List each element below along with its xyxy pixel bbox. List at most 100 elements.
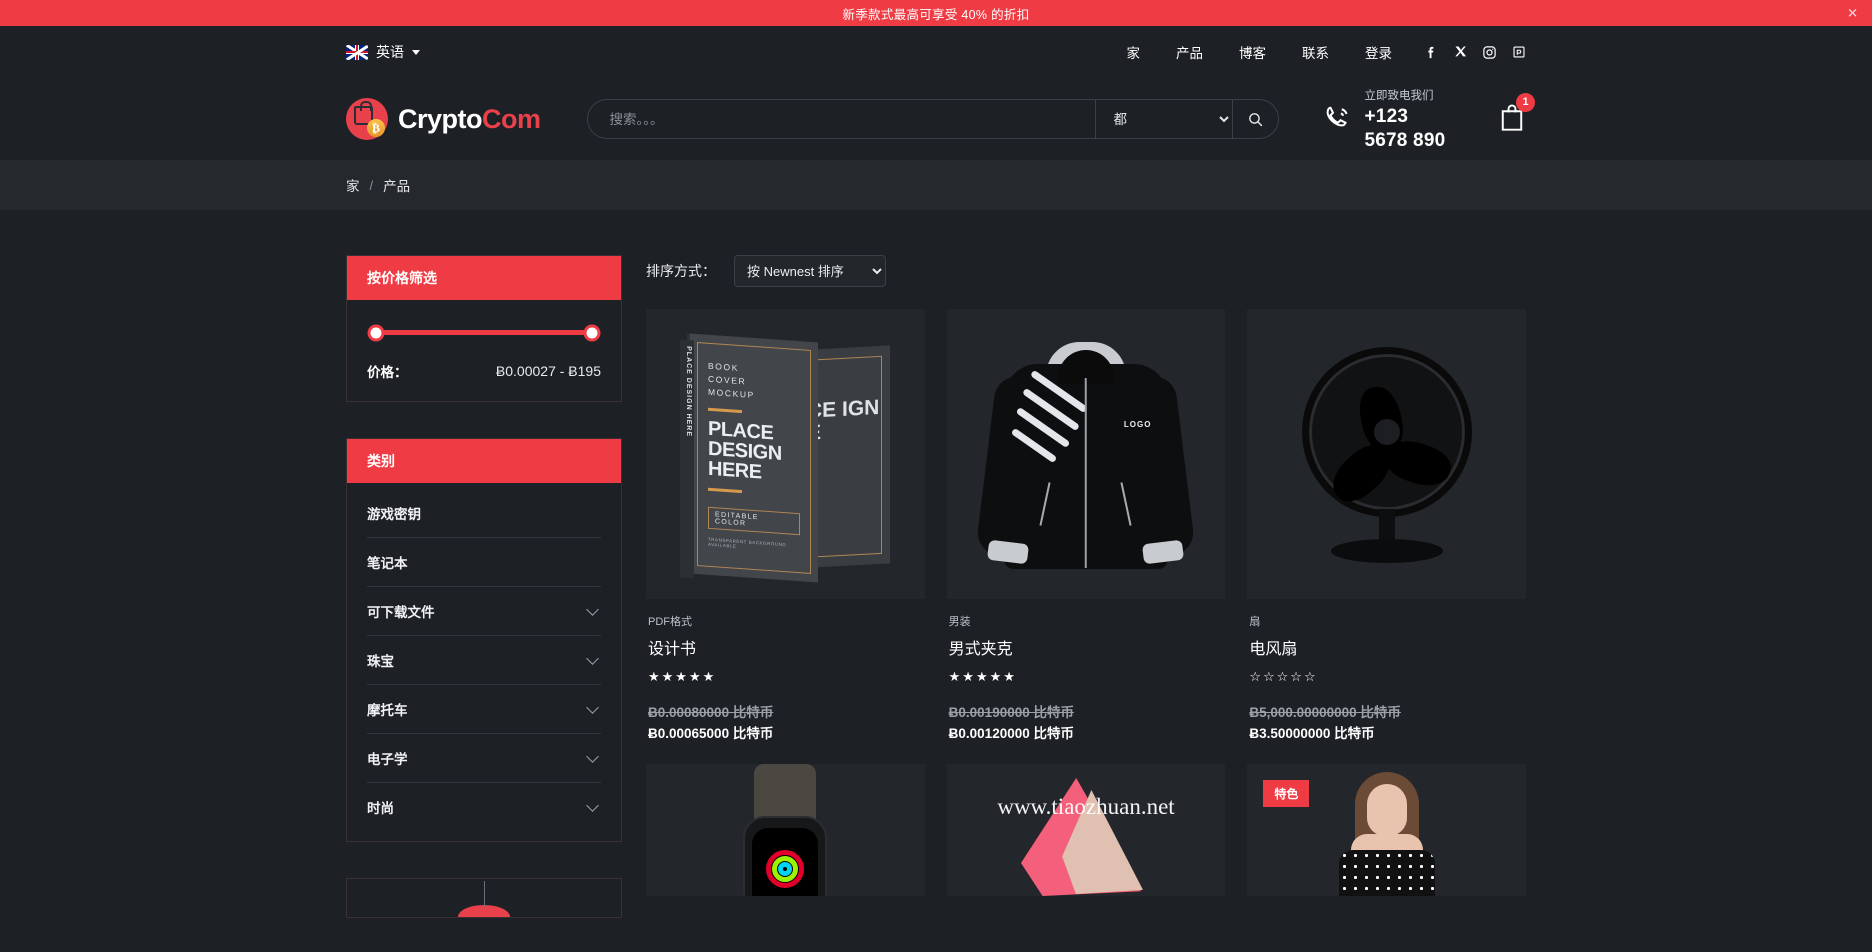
- sidebar-item-downloadable-files[interactable]: 可下载文件: [367, 587, 601, 636]
- sidebar-item-notebooks[interactable]: 笔记本: [367, 538, 601, 587]
- sidebar-widget-partial: [346, 878, 622, 918]
- sidebar-item-game-keys[interactable]: 游戏密钥: [367, 489, 601, 538]
- contact-block[interactable]: 立即致电我们 +123 5678 890: [1323, 85, 1455, 153]
- product-card[interactable]: LOGO 男装 男式夹克 ★★★★★ Ƀ0.00190000 比特币 Ƀ0.00…: [946, 309, 1226, 742]
- product-card[interactable]: [646, 764, 925, 896]
- price-slider-handle-min[interactable]: [367, 324, 385, 341]
- price-slider-handle-max[interactable]: [583, 324, 601, 341]
- product-image-electric-fan[interactable]: [1247, 309, 1526, 599]
- search-icon[interactable]: [1231, 100, 1278, 138]
- instagram-icon[interactable]: [1482, 45, 1497, 60]
- product-title[interactable]: 男式夹克: [949, 635, 1226, 659]
- chevron-down-icon[interactable]: [586, 700, 599, 714]
- sidebar-item-electronics[interactable]: 电子学: [367, 734, 601, 783]
- language-label: 英语: [376, 44, 404, 60]
- product-prices: Ƀ0.00080000 比特币 Ƀ0.00065000 比特币: [648, 701, 925, 742]
- site-header: ₿ CryptoCom 都 立即致电我们 +123 5678 890 1: [0, 78, 1872, 160]
- contact-text: 立即致电我们 +123 5678 890: [1365, 85, 1455, 153]
- categories-widget: 类别 游戏密钥 笔记本 可下载文件 珠宝 摩托车 电子学 时尚: [346, 438, 622, 842]
- book-tiny-text: TRANSPARENT BACKGROUND AVAILABLE: [708, 536, 787, 549]
- social-links: [1424, 45, 1526, 60]
- price-range-slider[interactable]: [367, 324, 601, 341]
- contact-label: 立即致电我们: [1364, 90, 1434, 103]
- product-card[interactable]: CE IGN E BOOK COVER MOCKUP PLACE DESIG: [646, 309, 925, 742]
- main-area: 按价格筛选 价格： Ƀ0.00027 - Ƀ195 类别 游戏密钥 笔记本 可下…: [0, 210, 1872, 918]
- category-label: 游戏密钥: [367, 507, 421, 522]
- x-twitter-icon[interactable]: [1453, 45, 1468, 60]
- product-image-fashion-model[interactable]: 特色: [1247, 764, 1526, 896]
- book-line2: COVER: [708, 373, 747, 387]
- product-image-smart-watch[interactable]: [646, 764, 925, 896]
- product-card[interactable]: 扇 电风扇 ☆☆☆☆☆ Ƀ5,000.00000000 比特币 Ƀ3.50000…: [1247, 309, 1526, 742]
- category-label: 可下载文件: [367, 605, 435, 620]
- sidebar-item-motorcycles[interactable]: 摩托车: [367, 685, 601, 734]
- product-price-old: Ƀ0.00190000 比特币: [948, 705, 1074, 720]
- nav-link-contact[interactable]: 联系: [1284, 42, 1347, 62]
- facebook-icon[interactable]: [1424, 45, 1439, 60]
- product-prices: Ƀ0.00190000 比特币 Ƀ0.00120000 比特币: [949, 701, 1226, 742]
- product-listing: 排序方式： 按 Newnest 排序 CE IGN E B: [646, 255, 1526, 896]
- chevron-down-icon[interactable]: [586, 749, 599, 763]
- cart-button[interactable]: 1: [1498, 92, 1535, 137]
- product-price-new: Ƀ3.50000000 比特币: [1249, 726, 1375, 741]
- shopping-bag-bitcoin-icon: ₿: [346, 98, 388, 140]
- nav-link-blog[interactable]: 博客: [1221, 42, 1284, 62]
- category-label: 时尚: [367, 801, 394, 816]
- product-category: 男装: [948, 616, 971, 628]
- category-label: 笔记本: [367, 556, 408, 571]
- category-label: 珠宝: [367, 654, 394, 669]
- product-card[interactable]: [946, 764, 1226, 896]
- top-navigation-bar: 英语 家 产品 博客 联系 登录: [0, 26, 1872, 78]
- sidebar: 按价格筛选 价格： Ƀ0.00027 - Ƀ195 类别 游戏密钥 笔记本 可下…: [346, 255, 622, 918]
- chevron-down-icon[interactable]: [586, 798, 599, 812]
- product-category: 扇: [1249, 616, 1261, 628]
- product-image-pink-high-heel[interactable]: [946, 764, 1226, 896]
- product-rating-stars: ★★★★★: [648, 669, 717, 684]
- price-label: 价格：: [367, 365, 408, 380]
- product-price-old: Ƀ5,000.00000000 比特币: [1249, 705, 1401, 720]
- product-image-mens-jacket[interactable]: LOGO: [946, 309, 1226, 599]
- book-line1: BOOK: [708, 360, 740, 373]
- heel-art: [1011, 764, 1161, 896]
- book-button-text: EDITABLE COLOR: [708, 506, 801, 535]
- sort-label: 排序方式：: [646, 263, 716, 279]
- search-bar: 都: [586, 99, 1279, 139]
- pinterest-icon[interactable]: [1511, 45, 1526, 60]
- site-logo[interactable]: ₿ CryptoCom: [346, 98, 541, 140]
- product-prices: Ƀ5,000.00000000 比特币 Ƀ3.50000000 比特币: [1249, 701, 1526, 742]
- language-selector[interactable]: 英语: [346, 42, 420, 62]
- nav-link-login[interactable]: 登录: [1347, 42, 1410, 62]
- status-badge-featured: 特色: [1263, 780, 1310, 807]
- product-category: PDF格式: [648, 616, 692, 628]
- close-icon[interactable]: ✕: [1847, 7, 1858, 20]
- bitcoin-symbol: ₿: [367, 119, 385, 137]
- product-price-new: Ƀ0.00120000 比特币: [948, 726, 1074, 741]
- sidebar-item-fashion[interactable]: 时尚: [367, 783, 601, 831]
- top-nav-links: 家 产品 博客 联系 登录: [1109, 42, 1527, 62]
- product-rating-stars: ★★★★★: [948, 669, 1017, 684]
- product-rating-stars: ☆☆☆☆☆: [1249, 669, 1318, 684]
- chevron-down-icon[interactable]: [586, 651, 599, 665]
- product-title[interactable]: 设计书: [648, 635, 925, 659]
- jacket-logo-text: LOGO: [1123, 420, 1152, 429]
- sidebar-item-jewelry[interactable]: 珠宝: [367, 636, 601, 685]
- search-category-select[interactable]: 都: [1094, 100, 1232, 138]
- nav-link-products[interactable]: 产品: [1158, 42, 1221, 62]
- breadcrumb-item-home[interactable]: 家: [346, 175, 360, 195]
- product-card[interactable]: 特色: [1247, 764, 1526, 896]
- product-image-book-cover-mockup[interactable]: CE IGN E BOOK COVER MOCKUP PLACE DESIG: [646, 309, 925, 599]
- search-input[interactable]: [587, 100, 1095, 138]
- fan-art: [1282, 339, 1492, 569]
- logo-text-primary: Crypto: [398, 103, 483, 134]
- phone-ring-icon: [1323, 104, 1353, 134]
- product-grid: CE IGN E BOOK COVER MOCKUP PLACE DESIG: [646, 309, 1526, 896]
- price-filter-title: 按价格筛选: [347, 256, 621, 300]
- product-title[interactable]: 电风扇: [1249, 635, 1526, 659]
- book-headline: PLACE DESIGN HERE: [708, 417, 783, 484]
- nav-link-home[interactable]: 家: [1109, 42, 1159, 62]
- chevron-down-icon[interactable]: [586, 602, 599, 616]
- category-list: 游戏密钥 笔记本 可下载文件 珠宝 摩托车 电子学 时尚: [347, 483, 621, 841]
- model-art: [1312, 764, 1462, 896]
- category-label: 摩托车: [367, 703, 408, 718]
- sort-select[interactable]: 按 Newnest 排序: [734, 255, 886, 287]
